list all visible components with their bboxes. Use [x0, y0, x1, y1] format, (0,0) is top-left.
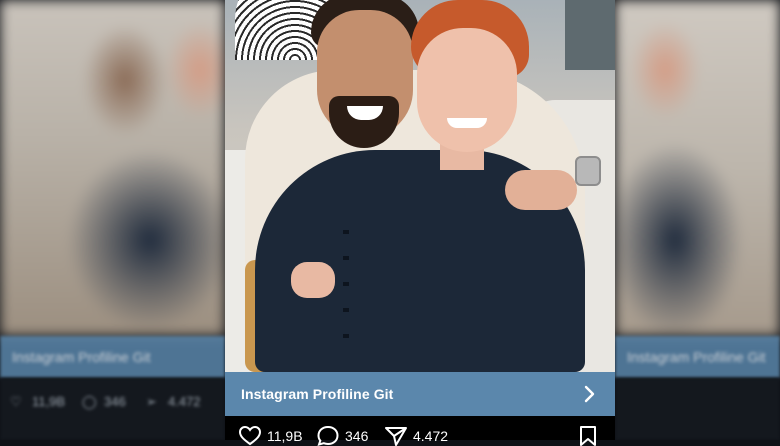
post-photo[interactable]: [225, 0, 615, 372]
paper-plane-icon: [385, 426, 407, 446]
blurred-cta-banner: Instagram Profiline Git: [615, 336, 780, 378]
bookmark-icon: [579, 426, 597, 446]
comment-bubble-icon: [317, 426, 339, 446]
blurred-photo: [0, 0, 225, 336]
blurred-action-bar: [615, 378, 780, 440]
heart-icon: [239, 426, 261, 446]
like-button[interactable]: 11,9B: [239, 426, 303, 446]
profile-cta-button[interactable]: Instagram Profiline Git: [225, 372, 615, 416]
instagram-post: Instagram Profiline Git 11,9B 346 4.472: [225, 0, 615, 446]
likes-count: 11,9B: [267, 428, 303, 444]
blurred-heart-icon: ♡: [10, 394, 22, 409]
woman-face: [417, 28, 517, 152]
blurred-right-panel: Instagram Profiline Git: [615, 0, 780, 440]
save-button[interactable]: [579, 426, 597, 446]
blurred-share-icon: ➢: [146, 394, 157, 409]
blurred-photo: [615, 0, 780, 336]
hand-on-knee: [291, 262, 335, 298]
blurred-shares-count: 4.472: [168, 394, 201, 409]
wristwatch: [575, 156, 601, 186]
blurred-action-bar: ♡ 11,9B ◯ 346 ➢ 4.472: [0, 378, 225, 440]
action-bar: 11,9B 346 4.472: [225, 416, 615, 446]
chevron-right-icon: [579, 384, 599, 404]
woman-smile: [447, 118, 487, 128]
blurred-comment-icon: ◯: [82, 394, 97, 409]
comment-button[interactable]: 346: [317, 426, 368, 446]
cardigan-buttons: [343, 230, 349, 360]
blurred-comments-count: 346: [104, 394, 126, 409]
shares-count: 4.472: [413, 428, 449, 444]
man-hand-on-shoulder: [505, 170, 577, 210]
share-button[interactable]: 4.472: [385, 426, 448, 446]
blurred-left-panel: Instagram Profiline Git ♡ 11,9B ◯ 346 ➢ …: [0, 0, 225, 440]
comments-count: 346: [345, 428, 369, 444]
blurred-likes-count: 11,9B: [32, 394, 66, 409]
background-cabinet: [565, 0, 615, 70]
cta-label: Instagram Profiline Git: [241, 386, 394, 402]
blurred-cta-banner: Instagram Profiline Git: [0, 336, 225, 378]
